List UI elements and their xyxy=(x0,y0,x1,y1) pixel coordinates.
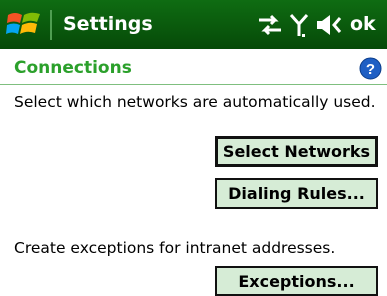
help-icon[interactable]: ? xyxy=(359,57,382,80)
window-title: Settings xyxy=(63,13,153,35)
signal-strength-icon[interactable] xyxy=(288,10,310,40)
data-connection-icon[interactable] xyxy=(255,10,285,40)
networks-description: Select which networks are automatically … xyxy=(14,93,376,111)
dialing-rules-button[interactable]: Dialing Rules... xyxy=(215,178,378,209)
volume-muted-icon[interactable] xyxy=(314,10,346,40)
svg-text:?: ? xyxy=(366,61,375,78)
windows-start-icon[interactable] xyxy=(6,9,44,39)
header-divider xyxy=(0,84,387,85)
exceptions-button[interactable]: Exceptions... xyxy=(215,266,378,296)
select-networks-button[interactable]: Select Networks xyxy=(215,136,378,167)
page-header: Connections xyxy=(0,49,387,87)
exceptions-description: Create exceptions for intranet addresses… xyxy=(14,239,336,257)
page-title: Connections xyxy=(14,58,132,78)
ok-button[interactable]: ok xyxy=(350,11,376,37)
title-bar: Settings ok xyxy=(0,0,387,49)
title-separator xyxy=(50,10,52,40)
